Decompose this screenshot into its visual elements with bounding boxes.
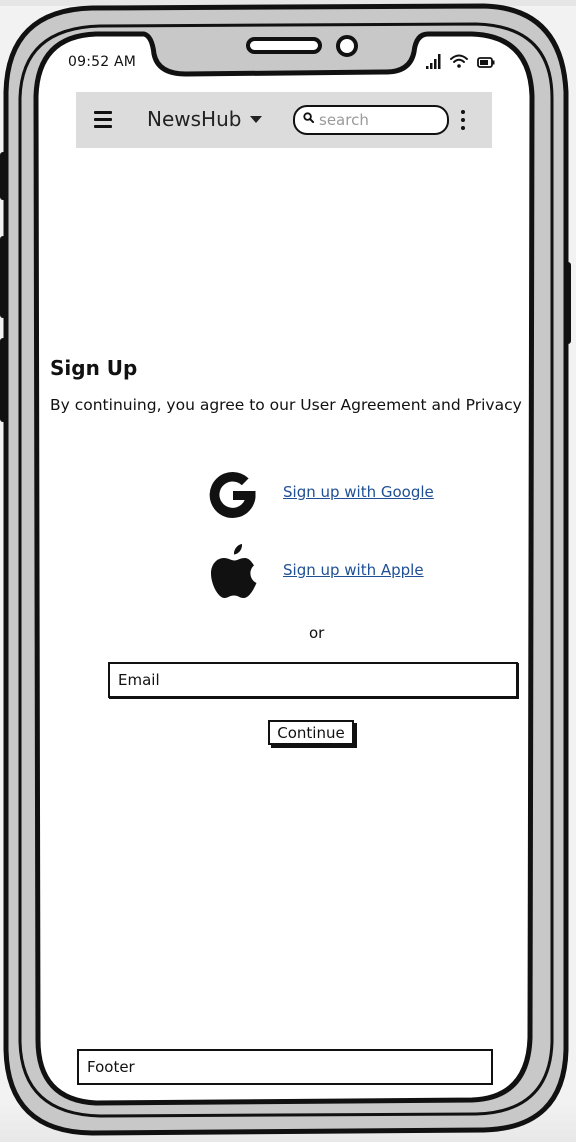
hamburger-icon[interactable] [94, 111, 112, 128]
battery-icon [477, 57, 495, 68]
search-icon [303, 112, 314, 123]
app-title[interactable]: NewsHub [147, 107, 241, 131]
email-field[interactable] [108, 662, 518, 698]
or-separator: or [309, 624, 325, 642]
apple-icon[interactable] [209, 541, 259, 601]
signup-heading: Sign Up [50, 356, 138, 380]
apple-signup-link[interactable]: Sign up with Apple [283, 561, 424, 579]
app-bar: NewsHub [76, 92, 492, 148]
status-time: 09:52 AM [68, 54, 137, 70]
front-camera [336, 35, 358, 57]
search-box[interactable] [293, 105, 449, 135]
speaker-grille [246, 37, 322, 54]
agreement-text: By continuing, you agree to our User Agr… [50, 396, 522, 414]
caret-down-icon[interactable] [250, 116, 262, 123]
footer-label: Footer [87, 1058, 135, 1076]
kebab-icon[interactable] [461, 110, 465, 130]
wifi-icon [450, 54, 468, 68]
email-input[interactable] [118, 669, 498, 691]
continue-button[interactable]: Continue [268, 720, 354, 745]
status-icons [426, 54, 495, 69]
google-icon[interactable] [206, 468, 260, 522]
signal-icon [426, 54, 441, 69]
footer: Footer [77, 1049, 493, 1085]
google-signup-link[interactable]: Sign up with Google [283, 483, 434, 501]
search-input[interactable] [319, 110, 434, 130]
